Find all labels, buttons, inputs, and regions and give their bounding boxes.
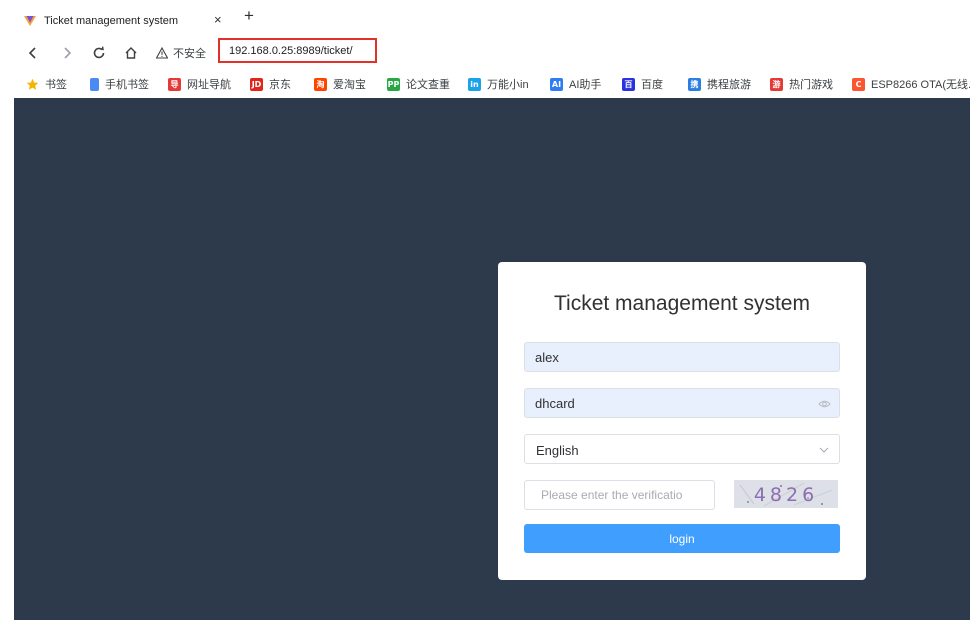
bookmark-item[interactable]: 携携程旅游 [688, 76, 751, 92]
ai-icon: AI [550, 77, 563, 91]
bookmark-label: 携程旅游 [707, 79, 751, 91]
address-bar[interactable]: 192.168.0.25:8989/ticket/ [218, 38, 377, 63]
security-label: 不安全 [173, 48, 206, 60]
chevron-down-icon [819, 447, 829, 453]
browser-tab[interactable]: Ticket management system × [14, 6, 230, 36]
url-text: 192.168.0.25:8989/ticket/ [229, 44, 353, 57]
bookmark-label: 京东 [269, 79, 291, 91]
phone-icon [90, 77, 99, 91]
bookmark-item[interactable]: 游热门游戏 [770, 76, 833, 92]
jd-icon: JD [250, 77, 263, 91]
password-field[interactable] [524, 388, 840, 418]
bookmark-item[interactable]: C ESP8266 OTA(无线... [852, 76, 970, 92]
tab-strip: Ticket management system × + [0, 0, 970, 36]
game-icon: 游 [770, 77, 783, 91]
tab-title: Ticket management system [44, 15, 179, 27]
browser-toolbar: 不安全 192.168.0.25:8989/ticket/ [0, 36, 970, 70]
reload-button[interactable] [88, 42, 110, 64]
baidu-icon: 百 [622, 77, 635, 91]
bookmark-label: 论文查重 [406, 79, 450, 91]
taobao-icon: 淘 [314, 77, 327, 91]
back-button[interactable] [22, 42, 44, 64]
bookmark-label: 爱淘宝 [333, 79, 366, 91]
language-value: English [536, 443, 579, 458]
bookmark-label: 百度 [641, 79, 663, 91]
new-tab-icon[interactable]: + [244, 6, 254, 26]
forward-button[interactable] [56, 42, 78, 64]
captcha-image[interactable]: 4826 [734, 480, 838, 508]
forward-icon [64, 47, 72, 59]
bookmark-label: 热门游戏 [789, 79, 833, 91]
star-icon [26, 78, 39, 91]
bookmark-item[interactable]: 淘爱淘宝 [314, 76, 366, 92]
reload-icon [93, 46, 105, 59]
bookmark-item[interactable]: 导网址导航 [168, 76, 231, 92]
captcha-input[interactable] [525, 481, 714, 509]
bookmark-label: ESP8266 OTA(无线... [871, 79, 970, 91]
bookmark-item[interactable]: in 万能小in [468, 76, 529, 92]
password-input[interactable] [525, 389, 839, 417]
in-icon: in [468, 77, 481, 91]
security-indicator[interactable]: 不安全 [156, 45, 206, 61]
bookmark-item[interactable]: 手机书签 [90, 76, 149, 92]
bookmark-item[interactable]: 书签 [26, 76, 67, 92]
login-card: Ticket management system English 4826 lo… [498, 262, 866, 580]
bookmark-item[interactable]: 百百度 [622, 76, 663, 92]
captcha-text: 4826 [754, 484, 818, 506]
bookmark-label: AI助手 [569, 79, 602, 91]
home-button[interactable] [120, 42, 142, 64]
tab-close-icon[interactable]: × [214, 12, 222, 27]
bookmark-label: 万能小in [487, 79, 529, 91]
csdn-icon: C [852, 77, 865, 91]
username-field[interactable] [524, 342, 840, 372]
vue-logo-icon [24, 16, 36, 26]
warning-triangle-icon [156, 47, 168, 59]
bookmark-item[interactable]: JD 京东 [250, 76, 291, 92]
back-icon [28, 47, 36, 59]
captcha-field[interactable] [524, 480, 715, 510]
login-button[interactable]: login [524, 524, 840, 553]
bookmark-item[interactable]: PP 论文查重 [387, 76, 450, 92]
bookmark-item[interactable]: AI AI助手 [550, 76, 601, 92]
ctrip-icon: 携 [688, 77, 701, 91]
username-input[interactable] [525, 343, 839, 371]
login-title: Ticket management system [554, 292, 810, 315]
nav-icon: 导 [168, 77, 181, 91]
bookmark-label: 网址导航 [187, 79, 231, 91]
bookmarks-bar: 书签 手机书签 导网址导航 JD 京东 淘爱淘宝 PP 论文查重 in 万能小in AI AI助手 百百… [0, 70, 970, 98]
eye-icon[interactable] [818, 398, 831, 410]
language-select[interactable]: English [524, 434, 840, 464]
home-icon [125, 47, 137, 59]
bookmark-label: 手机书签 [105, 79, 149, 91]
bookmark-label: 书签 [45, 79, 67, 91]
pp-icon: PP [387, 77, 400, 91]
